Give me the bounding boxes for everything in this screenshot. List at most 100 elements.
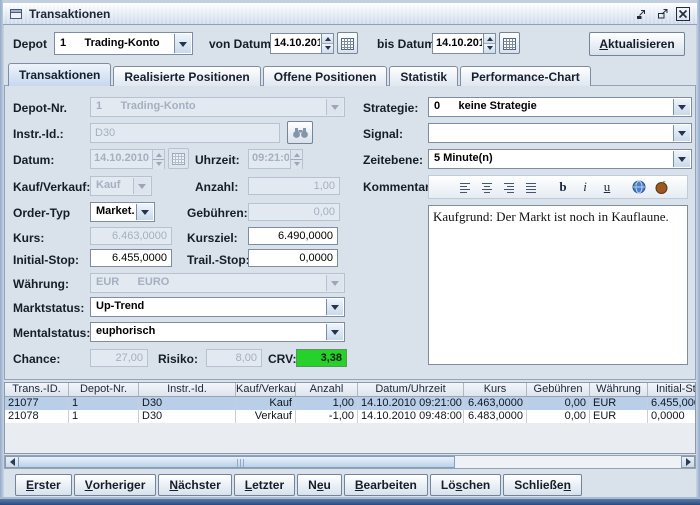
column-header[interactable]: Währung (590, 383, 648, 396)
cell-datum-uhrzeit[interactable]: 14.10.2010 09:48:00 (358, 410, 464, 423)
column-header[interactable]: Initial-Stop (648, 383, 695, 396)
order-typ-select[interactable]: Market... (90, 202, 155, 222)
close-icon[interactable] (675, 6, 691, 22)
table-row-selected[interactable]: 21077 1 D30 Kauf 1,00 14.10.2010 09:21:0… (5, 397, 695, 410)
align-justify-icon[interactable] (521, 178, 541, 196)
chevron-down-icon[interactable] (673, 99, 690, 115)
table-horizontal-scrollbar[interactable] (4, 455, 696, 469)
depot-select-value: 1 Trading-Konto (60, 37, 160, 49)
cell-depot-nr[interactable]: 1 (69, 410, 139, 423)
instrument-search-button[interactable] (287, 121, 313, 144)
align-right-icon[interactable] (499, 178, 519, 196)
cell-waehrung[interactable]: EUR (590, 410, 648, 423)
letzter-button[interactable]: Letzter (233, 474, 296, 496)
table-header-row: Trans.-ID. Depot-Nr. Instr.-Id. Kauf/Ver… (5, 383, 695, 397)
spinner-down-icon[interactable] (483, 43, 495, 53)
chevron-down-icon[interactable] (673, 151, 690, 167)
cell-initial-stop[interactable]: 6.455,0000 (648, 397, 695, 410)
bis-datum-calendar-button[interactable] (499, 32, 520, 54)
cell-kauf-verkauf[interactable]: Verkauf (236, 410, 296, 423)
cell-initial-stop[interactable]: 0,0000 (648, 410, 695, 423)
minimize-icon[interactable] (633, 6, 649, 22)
cell-trans-id[interactable]: 21078 (5, 410, 69, 423)
vorheriger-button[interactable]: Vorheriger (73, 474, 157, 496)
comment-format-toolbar: b i u (428, 175, 688, 199)
tab-transaktionen[interactable]: Transaktionen (8, 63, 112, 86)
spinner-up-icon[interactable] (483, 34, 495, 43)
column-header[interactable]: Instr.-Id. (139, 383, 236, 396)
column-header[interactable]: Gebühren (527, 383, 590, 396)
column-header[interactable]: Kurs (464, 383, 527, 396)
cell-waehrung[interactable]: EUR (590, 397, 648, 410)
column-header[interactable]: Datum/Uhrzeit (358, 383, 464, 396)
strategie-select[interactable]: 0 keine Strategie (428, 97, 692, 117)
arrow-left-icon[interactable] (5, 456, 19, 468)
initial-stop-field[interactable]: 6.455,0000 (90, 249, 172, 267)
align-left-icon[interactable] (455, 178, 475, 196)
column-header[interactable]: Trans.-ID. (5, 383, 69, 396)
italic-icon[interactable]: i (575, 178, 595, 196)
bold-icon[interactable]: b (553, 178, 573, 196)
cell-gebuehren[interactable]: 0,00 (527, 397, 590, 410)
cell-instr-id[interactable]: D30 (139, 410, 236, 423)
bearbeiten-button[interactable]: Bearbeiten (343, 474, 428, 496)
globe-icon[interactable] (629, 178, 649, 196)
maximize-icon[interactable] (654, 6, 670, 22)
cell-kurs[interactable]: 6.463,0000 (464, 397, 527, 410)
cell-kauf-verkauf[interactable]: Kauf (236, 397, 296, 410)
align-center-icon[interactable] (477, 178, 497, 196)
spinner-up-icon[interactable] (321, 34, 333, 43)
scrollbar-thumb[interactable] (18, 456, 455, 468)
arrow-right-icon[interactable] (681, 456, 695, 468)
schliessen-button[interactable]: Schließe n (503, 474, 582, 496)
zeitebene-select[interactable]: 5 Minute(n) (428, 149, 692, 169)
spinner-down-icon[interactable] (321, 43, 333, 53)
cell-trans-id[interactable]: 21077 (5, 397, 69, 410)
cell-gebuehren[interactable]: 0,00 (527, 410, 590, 423)
von-datum-label: von Datum (209, 37, 272, 51)
navigation-button-bar: Erster Vorheriger Nächster Letzter Neu B… (15, 474, 582, 496)
cell-depot-nr[interactable]: 1 (69, 397, 139, 410)
scrollbar-grip (236, 459, 246, 467)
bis-datum-spinner[interactable]: 14.10.2010 (432, 33, 496, 54)
tab-statistik[interactable]: Statistik (389, 66, 459, 86)
cell-instr-id[interactable]: D30 (139, 397, 236, 410)
tab-performance-chart[interactable]: Performance-Chart (460, 66, 591, 86)
tab-realisierte-positionen[interactable]: Realisierte Positionen (113, 66, 261, 86)
erster-button[interactable]: Erster (15, 474, 72, 496)
signal-select[interactable] (428, 123, 692, 143)
mentalstatus-select[interactable]: euphorisch (90, 322, 345, 342)
kursziel-field[interactable]: 6.490,0000 (248, 227, 338, 245)
kommentar-textarea[interactable]: Kaufgrund: Der Markt ist noch in Kauflau… (428, 205, 688, 365)
naechster-button[interactable]: Nächster (158, 474, 232, 496)
chevron-down-icon[interactable] (326, 299, 343, 315)
insert-image-icon[interactable] (651, 178, 671, 196)
cell-kurs[interactable]: 6.483,0000 (464, 410, 527, 423)
chevron-down-icon[interactable] (673, 125, 690, 141)
column-header[interactable]: Kauf/Verkauf (236, 383, 296, 396)
crv-label: CRV: (268, 352, 297, 366)
loeschen-button[interactable]: Lö s chen (429, 474, 502, 496)
cell-anzahl[interactable]: 1,00 (296, 397, 358, 410)
depot-select[interactable]: 1 Trading-Konto (54, 32, 193, 55)
underline-icon[interactable]: u (597, 178, 617, 196)
title-bar[interactable]: Transaktionen (3, 3, 697, 25)
cell-datum-uhrzeit[interactable]: 14.10.2010 09:21:00 (358, 397, 464, 410)
chevron-down-icon[interactable] (136, 204, 153, 220)
chevron-down-icon[interactable] (326, 324, 343, 340)
table-row[interactable]: 21078 1 D30 Verkauf -1,00 14.10.2010 09:… (5, 410, 695, 423)
column-header[interactable]: Depot-Nr. (69, 383, 139, 396)
chevron-down-icon[interactable] (174, 34, 191, 53)
von-datum-spinner[interactable]: 14.10.2010 (270, 33, 334, 54)
spinner-down-icon (152, 159, 164, 169)
trail-stop-field[interactable]: 0,0000 (248, 249, 338, 267)
window-border-bottom (0, 499, 700, 505)
aktualisieren-button[interactable]: Aktualisieren (589, 32, 685, 56)
tab-offene-positionen[interactable]: Offene Positionen (262, 66, 388, 86)
cell-anzahl[interactable]: -1,00 (296, 410, 358, 423)
neu-button[interactable]: Neu (297, 474, 342, 496)
binoculars-icon (292, 126, 309, 139)
column-header[interactable]: Anzahl (296, 383, 358, 396)
marktstatus-select[interactable]: Up-Trend (90, 297, 345, 317)
von-datum-calendar-button[interactable] (337, 32, 358, 54)
